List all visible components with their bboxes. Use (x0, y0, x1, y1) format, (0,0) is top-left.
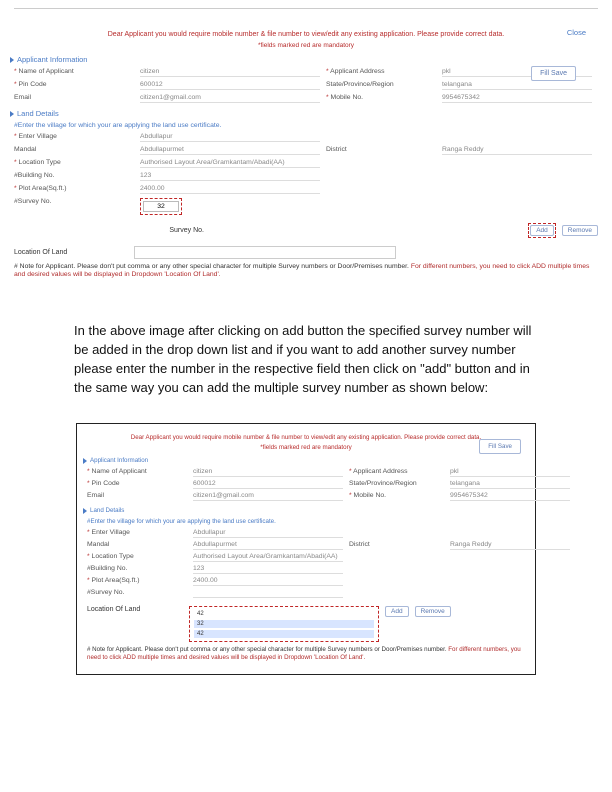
mandal-input[interactable] (140, 146, 320, 155)
label-building: #Building No. (14, 172, 134, 181)
survey-inline-label: Survey No. (134, 227, 210, 234)
shot2-section-land: Land Details (83, 507, 525, 514)
village-input[interactable] (140, 133, 320, 142)
instruction-paragraph: In the above image after clicking on add… (74, 322, 538, 397)
mobile-input[interactable] (442, 94, 592, 103)
building-input[interactable] (140, 172, 320, 181)
applicant-warning: Dear Applicant you would require mobile … (74, 31, 538, 38)
shot2-remove-button[interactable]: Remove (415, 606, 451, 617)
section-land-details: Land Details (10, 109, 598, 118)
plot-input[interactable] (140, 185, 320, 194)
shot2-warning: Dear Applicant you would require mobile … (107, 434, 505, 441)
label-loctype: Location Type (14, 159, 134, 168)
add-button[interactable]: Add (530, 225, 554, 236)
shot2-location-dropdown-open[interactable]: 42 32 42 (189, 606, 379, 642)
land-note: #Enter the village for which your are ap… (14, 122, 598, 129)
label-pin: Pin Code (14, 81, 134, 90)
shot2-section-applicant: Applicant Information (83, 457, 525, 464)
shot2-survey-input[interactable] (193, 589, 343, 598)
label-plot: Plot Area(Sq.ft.) (14, 185, 134, 194)
shot2-add-button[interactable]: Add (385, 606, 409, 617)
label-address: Applicant Address (326, 68, 436, 77)
location-of-land-dropdown[interactable] (134, 246, 396, 259)
loctype-select[interactable] (140, 159, 320, 168)
label-mandal: Mandal (14, 146, 134, 155)
survey-input[interactable] (143, 201, 179, 212)
district-input[interactable] (442, 146, 592, 155)
email-input[interactable] (140, 94, 320, 103)
label-state: State/Province/Region (326, 81, 436, 90)
shot2-applicant-note: # Note for Applicant. Please don't put c… (87, 646, 525, 662)
dropdown-option[interactable]: 32 (194, 620, 374, 628)
fill-save-button[interactable]: Fill Save (531, 66, 576, 81)
label-mobile: Mobile No. (326, 94, 436, 103)
shot2-mandatory: *fields marked red are mandatory (87, 444, 525, 451)
remove-button[interactable]: Remove (562, 225, 598, 236)
location-of-land-label: Location Of Land (14, 249, 128, 256)
label-village: Enter Village (14, 133, 134, 142)
dropdown-option[interactable]: 42 (194, 610, 374, 618)
label-email: Email (14, 94, 134, 103)
applicant-note: # Note for Applicant. Please don't put c… (14, 263, 598, 280)
screenshot-2: Dear Applicant you would require mobile … (76, 423, 536, 675)
label-district: District (326, 146, 436, 155)
mandatory-note: *fields marked red are mandatory (14, 42, 598, 49)
pin-input[interactable] (140, 81, 320, 90)
label-name: Name of Applicant (14, 68, 134, 77)
name-input[interactable] (140, 68, 320, 77)
label-survey: #Survey No. (14, 198, 134, 215)
close-link[interactable]: Close (567, 28, 586, 37)
shot2-fill-save[interactable]: Fill Save (479, 439, 521, 454)
dropdown-option[interactable]: 42 (194, 630, 374, 638)
state-input[interactable] (442, 81, 592, 90)
section-applicant-info: Applicant Information (10, 55, 598, 64)
